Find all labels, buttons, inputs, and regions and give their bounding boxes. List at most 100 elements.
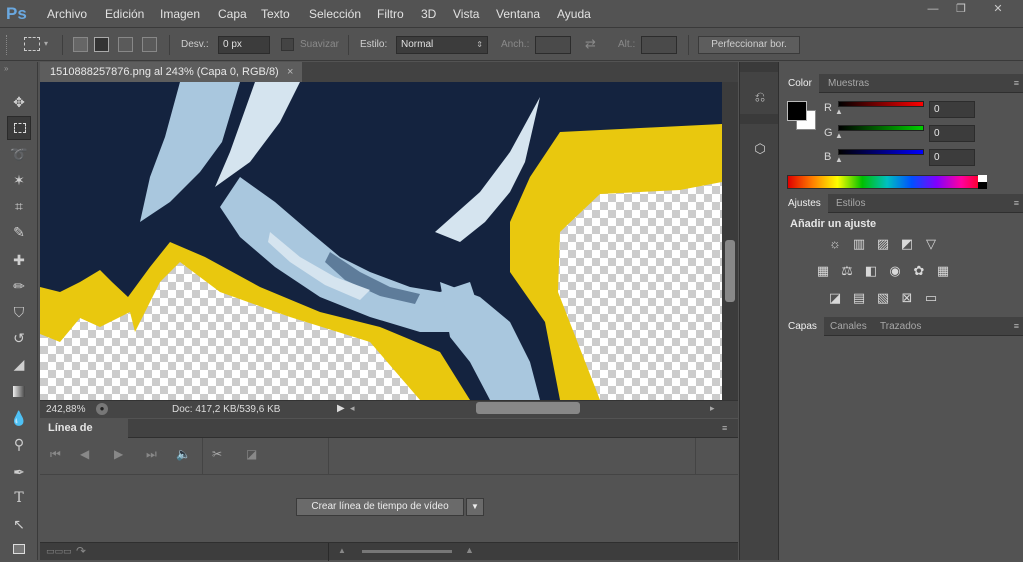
refine-edge-button[interactable]: Perfeccionar bor.	[698, 36, 800, 54]
timeline-tab[interactable]: Línea de tiempo	[40, 419, 128, 453]
color-lookup-icon[interactable]: ▦	[934, 262, 952, 280]
zoom-out-icon[interactable]: ▲	[338, 546, 346, 555]
menu-seleccion[interactable]: Selección	[309, 7, 361, 21]
stamp-tool-icon[interactable]: ⛉	[7, 300, 31, 324]
menu-imagen[interactable]: Imagen	[160, 7, 200, 21]
first-frame-icon[interactable]: ⏮	[50, 447, 61, 462]
chevron-down-icon[interactable]: ▾	[44, 39, 48, 48]
black-swatch[interactable]	[978, 182, 987, 189]
prev-frame-icon[interactable]: ◀	[80, 447, 89, 461]
slider-handle-icon[interactable]: ▲	[835, 155, 843, 164]
document-canvas[interactable]	[40, 82, 722, 400]
blur-tool-icon[interactable]: 💧	[7, 406, 31, 430]
swap-icon[interactable]: ⇄	[585, 36, 596, 52]
audio-icon[interactable]: 🔈	[176, 447, 191, 461]
tab-ajustes[interactable]: Ajustes	[781, 194, 828, 213]
menu-ayuda[interactable]: Ayuda	[557, 7, 591, 21]
red-slider[interactable]	[838, 101, 924, 107]
panel-menu-icon[interactable]: ≡	[1014, 78, 1019, 88]
transition-icon[interactable]: ◪	[246, 447, 257, 461]
zoom-level[interactable]: 242,88%	[46, 404, 85, 415]
marquee-preset-icon[interactable]	[24, 37, 40, 51]
document-close-icon[interactable]: ×	[287, 62, 293, 82]
tab-capas[interactable]: Capas	[781, 317, 824, 336]
restore-button[interactable]: ❐	[948, 2, 974, 16]
brush-tool-icon[interactable]: ✏	[7, 274, 31, 298]
invert-icon[interactable]: ◪	[826, 289, 844, 307]
add-selection-icon[interactable]	[94, 37, 109, 52]
frames-icon[interactable]: ▭▭▭	[46, 546, 72, 557]
threshold-icon[interactable]: ▧	[874, 289, 892, 307]
panel-menu-icon[interactable]: ≡	[722, 423, 727, 433]
hue-saturation-icon[interactable]: ▦	[814, 262, 832, 280]
intersect-selection-icon[interactable]	[142, 37, 157, 52]
zoom-in-icon[interactable]: ▲	[465, 545, 474, 555]
slider-handle-icon[interactable]: ▲	[835, 131, 843, 140]
tab-trazados[interactable]: Trazados	[873, 317, 928, 336]
type-tool-icon[interactable]: T	[7, 486, 31, 510]
minimize-button[interactable]: —	[920, 2, 946, 16]
exposure-icon[interactable]: ◩	[898, 235, 916, 253]
brightness-icon[interactable]: ☼	[826, 235, 844, 253]
tab-color[interactable]: Color	[781, 74, 819, 93]
move-tool-icon[interactable]: ✥	[7, 90, 31, 114]
green-slider[interactable]	[838, 125, 924, 131]
history-brush-tool-icon[interactable]: ↺	[7, 326, 31, 350]
menu-vista[interactable]: Vista	[453, 7, 479, 21]
tab-canales[interactable]: Canales	[823, 317, 874, 336]
blue-slider[interactable]	[838, 149, 924, 155]
close-button[interactable]: ✕	[976, 2, 1020, 16]
create-timeline-dropdown-icon[interactable]: ▼	[466, 498, 484, 516]
pen-tool-icon[interactable]: ✒	[7, 460, 31, 484]
height-input[interactable]	[641, 36, 677, 54]
levels-icon[interactable]: ▥	[850, 235, 868, 253]
photo-filter-icon[interactable]: ◉	[886, 262, 904, 280]
new-selection-icon[interactable]	[73, 37, 88, 52]
panel-menu-icon[interactable]: ≡	[1014, 198, 1019, 208]
gradient-map-icon[interactable]: ▭	[922, 289, 940, 307]
menu-capa[interactable]: Capa	[218, 7, 247, 21]
scroll-left-icon[interactable]: ◂	[350, 403, 355, 414]
next-frame-icon[interactable]: ⏭	[146, 447, 157, 462]
horizontal-scroll-thumb[interactable]	[476, 402, 580, 414]
vertical-scroll-thumb[interactable]	[725, 240, 735, 302]
selective-color-icon[interactable]: ⊠	[898, 289, 916, 307]
vibrance-icon[interactable]: ▽	[922, 235, 940, 253]
magic-wand-tool-icon[interactable]: ✶	[7, 168, 31, 192]
black-white-icon[interactable]: ◧	[862, 262, 880, 280]
blue-value-input[interactable]: 0	[929, 149, 975, 166]
menu-ventana[interactable]: Ventana	[496, 7, 540, 21]
slider-handle-icon[interactable]: ▲	[835, 107, 843, 116]
channel-mixer-icon[interactable]: ✿	[910, 262, 928, 280]
3d-icon[interactable]: ⬡	[749, 138, 771, 160]
posterize-icon[interactable]: ▤	[850, 289, 868, 307]
menu-edicion[interactable]: Edición	[105, 7, 144, 21]
marquee-tool-icon[interactable]	[7, 116, 31, 140]
width-input[interactable]	[535, 36, 571, 54]
zoom-slider[interactable]	[362, 550, 452, 553]
foreground-color-swatch[interactable]	[787, 101, 807, 121]
red-value-input[interactable]: 0	[929, 101, 975, 118]
menu-filtro[interactable]: Filtro	[377, 7, 404, 21]
eraser-tool-icon[interactable]: ◢	[7, 352, 31, 376]
scroll-right-icon[interactable]: ▸	[710, 403, 715, 414]
create-video-timeline-button[interactable]: Crear línea de tiempo de vídeo	[296, 498, 464, 516]
healing-tool-icon[interactable]: ✚	[7, 248, 31, 272]
color-balance-icon[interactable]: ⚖	[838, 262, 856, 280]
menu-archivo[interactable]: Archivo	[47, 7, 87, 21]
history-icon[interactable]: ⎌	[749, 86, 771, 108]
path-select-tool-icon[interactable]: ↖	[7, 512, 31, 536]
menu-texto[interactable]: Texto	[261, 7, 290, 21]
crop-tool-icon[interactable]: ⌗	[7, 194, 31, 218]
collapse-icon[interactable]: »	[4, 64, 8, 73]
tab-muestras[interactable]: Muestras	[821, 74, 876, 93]
menu-3d[interactable]: 3D	[421, 7, 436, 21]
info-icon[interactable]: ●	[96, 403, 108, 415]
lasso-tool-icon[interactable]: ➰	[7, 142, 31, 166]
color-ramp[interactable]	[787, 175, 987, 189]
dodge-tool-icon[interactable]: ⚲	[7, 432, 31, 456]
shape-tool-icon[interactable]	[7, 538, 31, 562]
tab-estilos[interactable]: Estilos	[829, 194, 872, 213]
scissors-icon[interactable]: ✂	[212, 447, 222, 461]
convert-icon[interactable]: ↷	[76, 544, 86, 558]
